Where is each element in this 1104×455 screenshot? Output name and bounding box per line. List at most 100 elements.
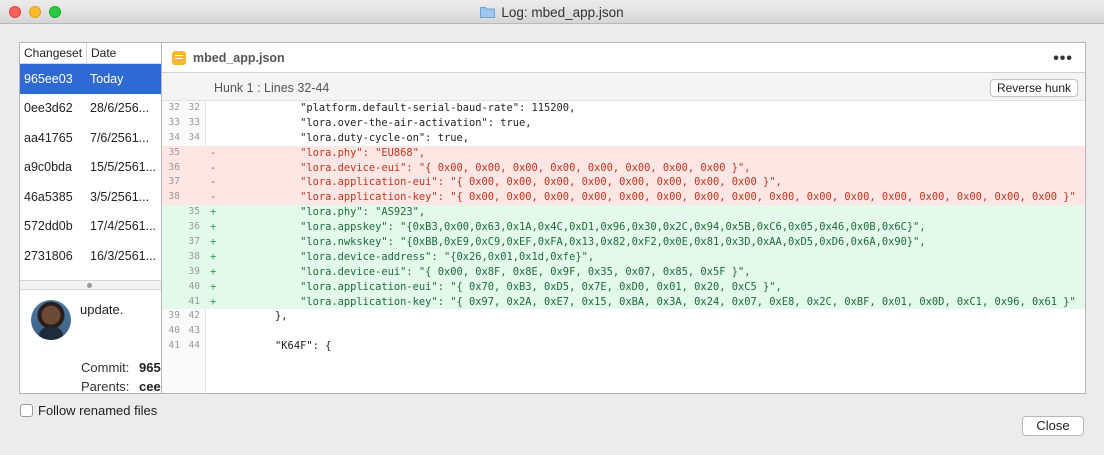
new-line-number: 34 [188,131,200,143]
line-content: }, [225,310,288,323]
line-content: "lora.duty-cycle-on": true, [225,131,469,144]
changeset-row[interactable]: a9c0bda 15/5/2561... [20,153,161,183]
changeset-date: 7/6/2561... [90,130,150,145]
added-line: 41 + "lora.application-key": "{ 0x97, 0x2… [162,294,1085,310]
context-line: 32 32 "platform.default-serial-baud-rate"… [162,101,1085,116]
splitter-handle[interactable] [20,280,161,290]
diff-sign: + [210,206,217,219]
changeset-id: 0ee3d62 [24,101,73,116]
old-line-number: 36 [168,161,180,173]
changeset-table-header: Changeset Date [20,43,161,64]
changeset-id: a9c0bda [24,160,72,175]
diff-sign: + [210,280,217,293]
old-line-number: 40 [168,325,180,337]
added-line: 40 + "lora.application-eui": "{ 0x70, 0xB… [162,279,1085,295]
line-content: "lora.application-key": "{ 0x00, 0x00, 0… [225,191,1076,204]
column-header-date[interactable]: Date [87,43,120,63]
close-button[interactable]: Close [1022,416,1084,436]
changeset-id: 2731806 [24,248,73,263]
follow-renamed-checkbox[interactable] [20,404,33,417]
changeset-row[interactable]: aa41765 7/6/2561... [20,123,161,153]
diff-sign: - [210,146,217,159]
changeset-id: aa41765 [24,130,73,145]
line-content: "lora.device-address": "{0x26,0x01,0x1d,… [225,250,595,263]
changeset-row[interactable]: 46a5385 3/5/2561... [20,182,161,212]
old-line-number: 32 [168,102,180,113]
old-line-number: 38 [168,191,180,203]
new-line-number: 33 [188,116,200,128]
commit-hash: 965e [139,360,161,375]
line-content: "platform.default-serial-baud-rate": 115… [225,102,576,114]
line-content: "lora.nwkskey": "{0xBB,0xE9,0xC9,0xEF,0x… [225,236,926,249]
line-content: "lora.over-the-air-activation": true, [225,116,532,129]
avatar [31,300,71,340]
context-line: 40 43 [162,324,1085,339]
added-line: 38 + "lora.device-address": "{0x26,0x01,0… [162,249,1085,265]
new-line-number: 36 [188,221,200,233]
line-content: "K64F": { [225,340,332,353]
added-line: 36 + "lora.appskey": "{0xB3,0x00,0x63,0x1… [162,220,1085,236]
new-line-number: 38 [188,250,200,262]
context-line: 39 42 }, [162,309,1085,324]
context-line: 33 33 "lora.over-the-air-activation": tru… [162,116,1085,131]
diff-sign: + [210,265,217,278]
reverse-hunk-button[interactable]: Reverse hunk [989,79,1078,97]
file-name: mbed_app.json [193,50,285,65]
old-line-number: 41 [168,340,180,352]
more-options-icon[interactable]: ••• [1053,50,1073,68]
line-content: "lora.appskey": "{0xB3,0x00,0x63,0x1A,0x… [225,221,926,234]
added-line: 39 + "lora.device-eui": "{ 0x00, 0x8F, 0x… [162,264,1085,280]
line-content: "lora.application-eui": "{ 0x00, 0x00, 0… [225,176,782,189]
old-line-number: 39 [168,310,180,322]
hunk-header: Hunk 1 : Lines 32-44 Reverse hunk [162,73,1085,101]
changeset-row[interactable]: 0ee3d62 28/6/256... [20,94,161,124]
diff-sign: + [210,295,217,308]
changeset-row[interactable]: 572dd0b 17/4/2561... [20,212,161,242]
changeset-date: 17/4/2561... [90,219,157,234]
hunk-title: Hunk 1 : Lines 32-44 [214,81,330,95]
diff-panel: mbed_app.json ••• Hunk 1 : Lines 32-44 R… [162,42,1086,394]
diff-sign: - [210,176,217,189]
changeset-date: 16/3/2561... [90,248,157,263]
file-header: mbed_app.json [162,43,1085,73]
new-line-number: 37 [188,236,200,248]
changeset-id: 965ee03 [24,71,73,86]
diff-sign: + [210,250,217,263]
line-content: "lora.device-eui": "{ 0x00, 0x8F, 0x8E, … [225,265,751,278]
json-file-icon [172,50,186,65]
old-line-number: 37 [168,176,180,188]
commit-details: update. Commit: 965e Parents: cee [20,290,161,394]
title-bar: Log: mbed_app.json [0,0,1104,24]
changeset-date: Today [90,71,124,86]
commit-message: update. [80,302,124,317]
line-content: "lora.application-key": "{ 0x97, 0x2A, 0… [225,295,1076,308]
old-line-number: 34 [168,131,180,143]
parents-hash: cee [139,379,161,394]
new-line-number: 42 [188,310,200,322]
diff-sign: - [210,161,217,174]
new-line-number: 35 [188,206,200,218]
new-line-number: 39 [188,265,200,277]
follow-renamed-label: Follow renamed files [38,403,158,418]
window-title: Log: mbed_app.json [501,4,624,20]
changeset-row[interactable]: 965ee03 Today [20,64,161,94]
context-line: 41 44 "K64F": { [162,339,1085,354]
changeset-panel: Changeset Date 965ee03 Today 0ee3d62 28/6/2… [19,42,162,394]
changeset-id: 46a5385 [24,189,73,204]
column-header-changeset[interactable]: Changeset [20,43,87,63]
diff-sign: + [210,236,217,249]
line-content: "lora.device-eui": "{ 0x00, 0x00, 0x00, … [225,161,751,174]
changeset-row[interactable]: 2731806 16/3/2561... [20,241,161,271]
deleted-line: 36 - "lora.device-eui": "{ 0x00, 0x00, 0x… [162,160,1085,176]
folder-icon [480,6,496,18]
follow-renamed-option[interactable]: Follow renamed files [20,403,157,418]
added-line: 35 + "lora.phy": "AS923", [162,205,1085,221]
line-content: "lora.application-eui": "{ 0x70, 0xB3, 0… [225,280,782,293]
changeset-list: 965ee03 Today 0ee3d62 28/6/256... aa41765 7/6… [20,64,161,271]
new-line-number: 32 [188,102,200,113]
changeset-date: 15/5/2561... [90,160,157,175]
added-line: 37 + "lora.nwkskey": "{0xBB,0xE9,0xC9,0xE… [162,235,1085,250]
deleted-line: 35 - "lora.phy": "EU868", [162,145,1085,161]
deleted-line: 38 - "lora.application-key": "{ 0x00, 0x0… [162,190,1085,206]
line-content: "lora.phy": "AS923", [225,206,426,219]
